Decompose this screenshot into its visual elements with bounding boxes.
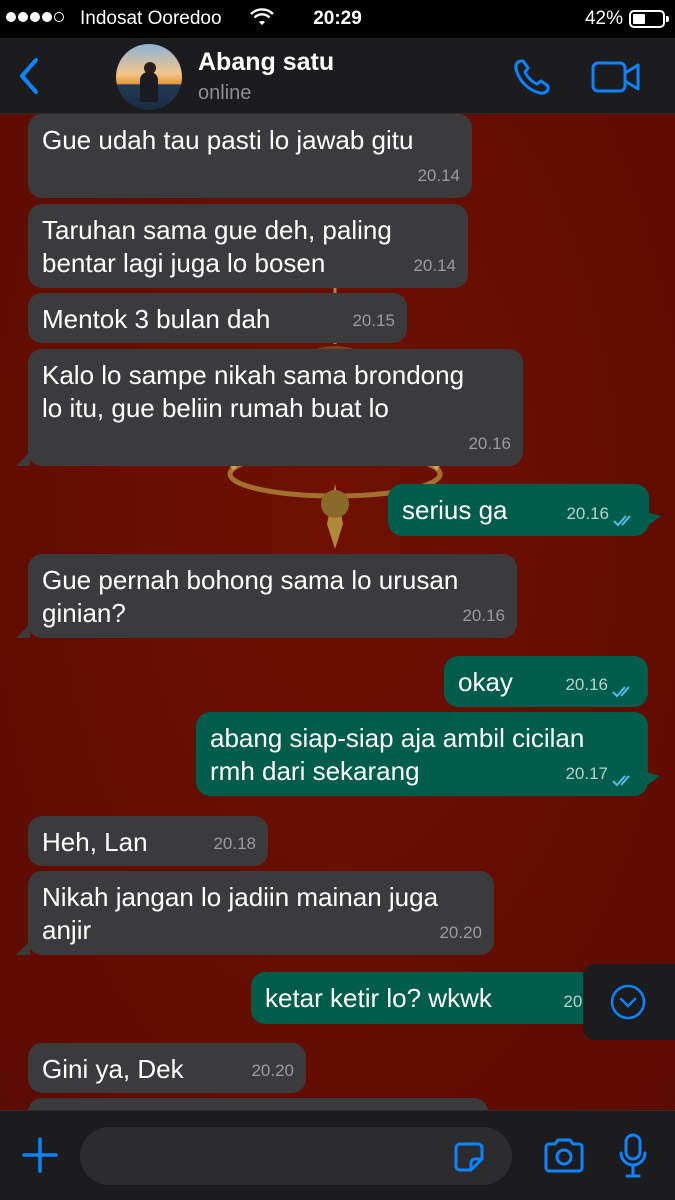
message-time: 20.20: [251, 1061, 294, 1080]
message-time: 20.16: [565, 675, 608, 694]
message-incoming[interactable]: Kalo lo sampe nikah sama brondong lo itu…: [16, 349, 523, 466]
back-chevron-icon[interactable]: [12, 54, 46, 98]
scroll-to-bottom-button[interactable]: [583, 964, 675, 1040]
double-check-icon: [613, 515, 631, 527]
message-incoming[interactable]: Gue pernah bohong sama lo urusan ginian?…: [16, 554, 517, 638]
message-text: Taruhan sama gue deh, paling bentar lagi…: [42, 215, 392, 278]
message-text: Gue udah tau pasti lo jawab gitu: [42, 125, 414, 155]
message-text: ketar ketir lo? wkwk: [265, 983, 492, 1013]
message-time: 20.16: [566, 504, 609, 523]
contact-status: online: [198, 82, 252, 104]
message-time: 20.16: [468, 434, 511, 453]
phone-icon[interactable]: [511, 56, 553, 98]
message-text: Gue pernah bohong sama lo urusan ginian?: [42, 565, 459, 628]
message-outgoing[interactable]: serius ga 20.16: [388, 484, 661, 536]
chat-area[interactable]: Gue udah tau pasti lo jawab gitu 20.14 T…: [0, 114, 675, 1110]
message-incoming[interactable]: Gini ya, Dek 20.20: [28, 1043, 306, 1093]
message-time: 20.17: [565, 764, 608, 783]
microphone-icon[interactable]: [618, 1133, 648, 1179]
message-outgoing[interactable]: abang siap-siap aja ambil cicilan rmh da…: [196, 712, 660, 796]
video-camera-icon[interactable]: [590, 58, 642, 96]
message-time: 20.20: [439, 923, 482, 942]
sticker-icon[interactable]: [451, 1139, 487, 1175]
message-incoming[interactable]: Heh, Lan 20.18: [28, 816, 268, 866]
message-incoming[interactable]: Taruhan sama gue deh, paling bentar lagi…: [28, 204, 468, 288]
status-bar: Indosat Ooredoo 20:29 42%: [0, 0, 675, 38]
message-incoming[interactable]: Gue udah tau pasti lo jawab gitu 20.14: [28, 114, 472, 198]
message-text: Kalo lo sampe nikah sama brondong lo itu…: [42, 360, 465, 423]
chat-header: Abang satu online: [0, 38, 675, 114]
double-check-icon: [612, 686, 630, 698]
message-text: Nikah jangan lo jadiin mainan juga anjir: [42, 882, 439, 945]
camera-icon[interactable]: [542, 1137, 586, 1175]
message-time: 20.16: [462, 606, 505, 625]
input-bar: [0, 1110, 675, 1200]
message-time: 20.14: [413, 256, 456, 275]
battery-icon: [629, 10, 669, 28]
message-incoming[interactable]: Mentok 3 bulan dah 20.15: [28, 293, 407, 343]
message-outgoing[interactable]: ketar ketir lo? wkwk 20.: [251, 972, 601, 1024]
message-outgoing[interactable]: okay 20.16: [444, 656, 648, 707]
message-incoming[interactable]: Nikah jangan lo jadiin mainan juga anjir…: [16, 871, 494, 955]
contact-name[interactable]: Abang satu: [198, 48, 334, 77]
chevron-down-icon: [610, 984, 646, 1020]
double-check-icon: [612, 775, 630, 787]
message-time: 20.15: [352, 311, 395, 330]
contact-avatar[interactable]: [116, 44, 182, 110]
message-time: 20.18: [213, 834, 256, 853]
message-incoming-partial[interactable]: [28, 1098, 488, 1110]
battery-percentage: 42%: [584, 8, 623, 29]
plus-icon[interactable]: [20, 1135, 60, 1175]
message-input[interactable]: [80, 1127, 512, 1185]
message-time: 20.14: [417, 166, 460, 185]
clock: 20:29: [313, 8, 362, 29]
message-text: Mentok 3 bulan dah: [42, 304, 271, 334]
